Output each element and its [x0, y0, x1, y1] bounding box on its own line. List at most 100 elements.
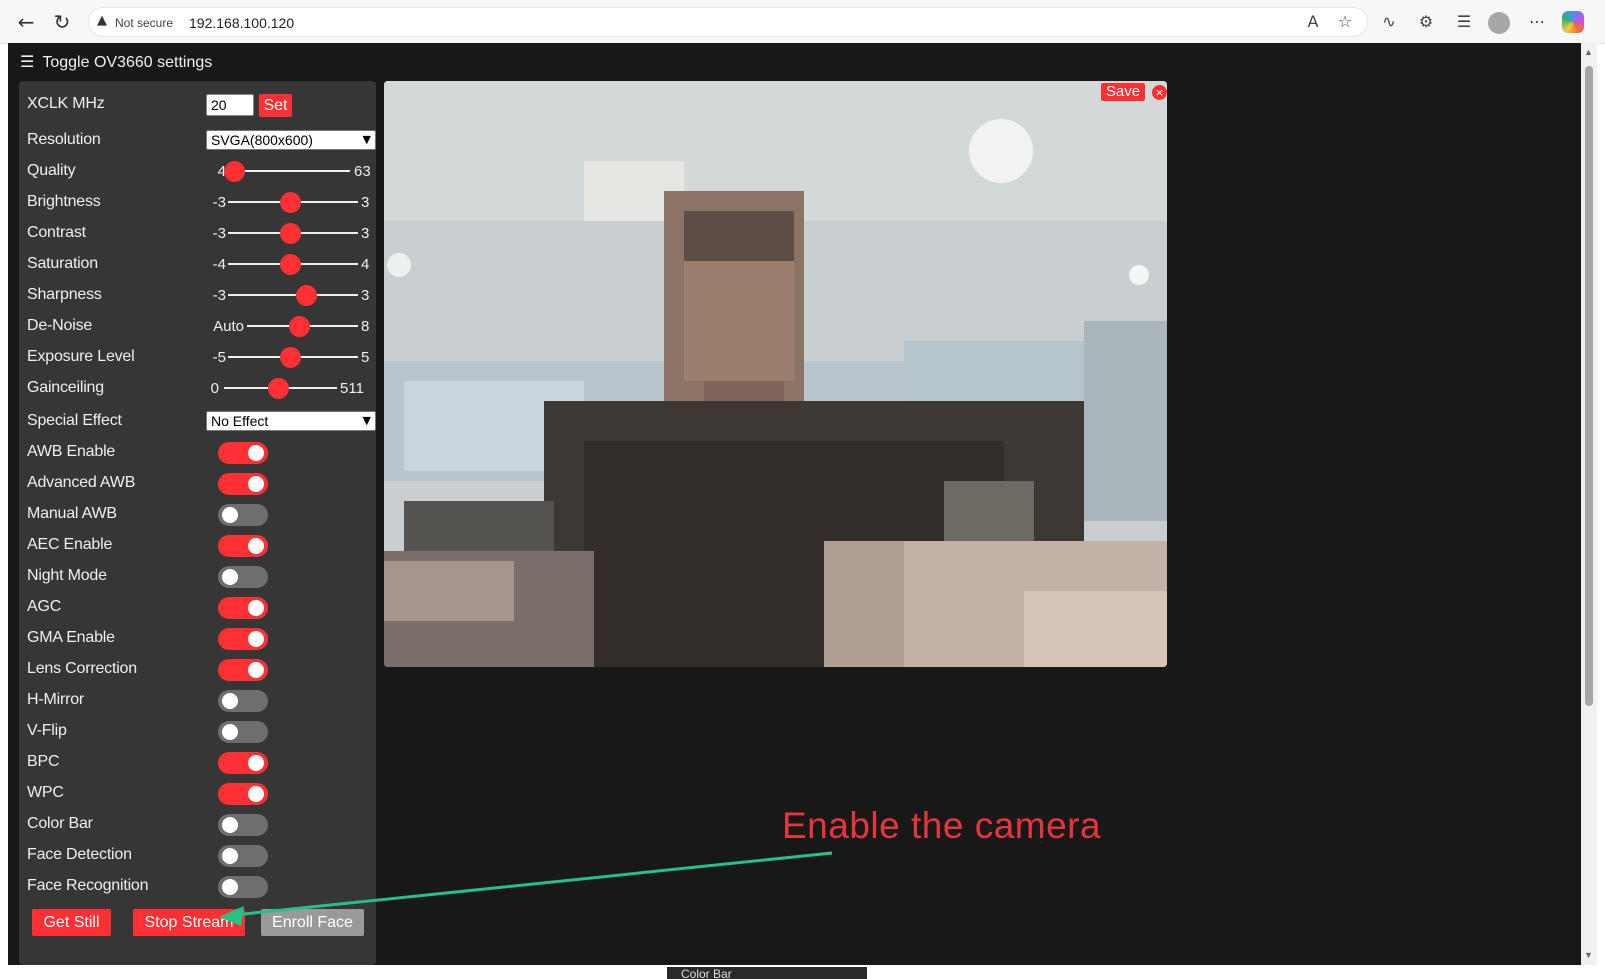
stop-stream-button[interactable]: Stop Stream	[133, 909, 245, 936]
toggle-row-advanced-awb: Advanced AWB	[19, 467, 376, 499]
slider-thumb[interactable]	[280, 192, 301, 213]
slider-thumb[interactable]	[280, 254, 301, 275]
toggle-knob	[222, 569, 238, 585]
toggle-switch[interactable]	[218, 659, 268, 681]
toggle-label: Lens Correction	[27, 660, 137, 677]
slider-row-sharpness: Sharpness -3 3	[19, 279, 376, 311]
slider-thumb[interactable]	[268, 378, 289, 399]
slider-label: Quality	[27, 162, 76, 179]
extensions-icon[interactable]: ⚙	[1414, 10, 1438, 34]
menu-toggle-label: Toggle OV3660 settings	[42, 54, 213, 71]
toggle-switch[interactable]	[218, 752, 268, 774]
toggle-switch[interactable]	[218, 535, 268, 557]
toggle-knob	[248, 538, 264, 554]
toggle-row-aec-enable: AEC Enable	[19, 529, 376, 561]
slider-thumb[interactable]	[280, 347, 301, 368]
toggle-row-face-detection: Face Detection	[19, 839, 376, 871]
toggle-label: Color Bar	[27, 815, 93, 832]
slider-thumb[interactable]	[296, 285, 317, 306]
toggle-row-h-mirror: H-Mirror	[19, 684, 376, 716]
warning-icon: ▲	[97, 13, 107, 28]
toggle-switch[interactable]	[218, 783, 268, 805]
toggle-label: H-Mirror	[27, 691, 85, 708]
slider-row-exposure-level: Exposure Level -5 5	[19, 341, 376, 373]
toggle-label: AEC Enable	[27, 536, 113, 553]
toggle-knob	[222, 507, 238, 523]
toggle-switch[interactable]	[218, 845, 268, 867]
favorite-star-icon[interactable]: ☆	[1333, 10, 1357, 34]
toggle-row-wpc: WPC	[19, 777, 376, 809]
more-menu-icon[interactable]: ⋯	[1525, 10, 1549, 34]
scrollbar-thumb[interactable]	[1585, 66, 1593, 706]
slider-thumb[interactable]	[224, 161, 245, 182]
settings-menu-toggle[interactable]: ☰ Toggle OV3660 settings	[20, 52, 212, 72]
toggle-row-gma-enable: GMA Enable	[19, 622, 376, 654]
slider-row-gainceiling: Gainceiling 0 511	[19, 372, 376, 404]
copilot-icon[interactable]	[1562, 11, 1584, 33]
slider-track[interactable]	[232, 170, 350, 172]
toggle-switch[interactable]	[218, 442, 268, 464]
slider-track[interactable]	[228, 294, 358, 296]
slider-thumb[interactable]	[280, 223, 301, 244]
profile-avatar[interactable]	[1488, 12, 1510, 34]
toggle-label: AGC	[27, 598, 62, 615]
toggle-switch[interactable]	[218, 721, 268, 743]
camera-stream-image	[384, 81, 1167, 667]
toggle-switch[interactable]	[218, 597, 268, 619]
toggle-switch[interactable]	[218, 876, 268, 898]
scroll-down-icon[interactable]: ▼	[1584, 950, 1593, 960]
address-bar[interactable]: ▲ Not secure 192.168.100.120	[88, 7, 1368, 37]
slider-label: Contrast	[27, 224, 86, 241]
reload-icon[interactable]: ↻	[49, 9, 75, 35]
slider-label: Brightness	[27, 193, 101, 210]
hamburger-icon: ☰	[20, 52, 35, 71]
slider-max: 8	[361, 318, 370, 335]
toggle-label: GMA Enable	[27, 629, 115, 646]
toggle-label: Manual AWB	[27, 505, 117, 522]
toggle-label: Face Detection	[27, 846, 132, 863]
save-button[interactable]: Save	[1101, 83, 1145, 101]
read-aloud-icon[interactable]: A	[1301, 10, 1325, 34]
get-still-button[interactable]: Get Still	[32, 909, 111, 936]
slider-min: Auto	[213, 318, 244, 335]
toggle-switch[interactable]	[218, 566, 268, 588]
resolution-select[interactable]: SVGA(800x600) ▼	[206, 130, 376, 150]
slider-row-contrast: Contrast -3 3	[19, 217, 376, 249]
below-fold-peek: Color Bar	[667, 967, 867, 979]
scroll-up-icon[interactable]: ▲	[1584, 47, 1593, 57]
camera-web-page: ☰ Toggle OV3660 settings XCLK MHz 20 Set …	[8, 43, 1581, 965]
slider-max: 5	[361, 349, 370, 366]
toggle-switch[interactable]	[218, 504, 268, 526]
close-icon[interactable]: ×	[1152, 85, 1167, 100]
slider-thumb[interactable]	[289, 316, 310, 337]
slider-label: Exposure Level	[27, 348, 135, 365]
slider-max: 63	[354, 163, 371, 180]
toggle-knob	[248, 445, 264, 461]
special-effect-select[interactable]: No Effect ▼	[206, 411, 376, 431]
slider-label: Sharpness	[27, 286, 102, 303]
toggle-switch[interactable]	[218, 690, 268, 712]
browser-essentials-icon[interactable]: ∿	[1377, 10, 1401, 34]
slider-label: De-Noise	[27, 317, 93, 334]
slider-min: 4	[217, 163, 226, 180]
resolution-row: Resolution SVGA(800x600) ▼	[19, 124, 376, 156]
xclk-input[interactable]: 20	[206, 94, 254, 116]
toggle-row-agc: AGC	[19, 591, 376, 623]
xclk-label: XCLK MHz	[27, 95, 105, 112]
back-arrow-icon[interactable]: ←	[13, 9, 39, 35]
slider-row-saturation: Saturation -4 4	[19, 248, 376, 280]
favorites-list-icon[interactable]: ☰	[1452, 10, 1476, 34]
enroll-face-button[interactable]: Enroll Face	[261, 909, 364, 936]
toggle-label: WPC	[27, 784, 64, 801]
toggle-row-manual-awb: Manual AWB	[19, 498, 376, 530]
slider-min: -3	[212, 225, 226, 242]
toggle-switch[interactable]	[218, 814, 268, 836]
toggle-switch[interactable]	[218, 628, 268, 650]
chevron-down-icon: ▼	[362, 414, 371, 427]
xclk-set-button[interactable]: Set	[259, 94, 292, 117]
chevron-down-icon: ▼	[362, 133, 371, 146]
settings-sidebar: XCLK MHz 20 Set Resolution SVGA(800x600)…	[19, 81, 376, 965]
toggle-switch[interactable]	[218, 473, 268, 495]
slider-label: Gainceiling	[27, 379, 104, 396]
security-status: Not secure	[115, 16, 174, 30]
